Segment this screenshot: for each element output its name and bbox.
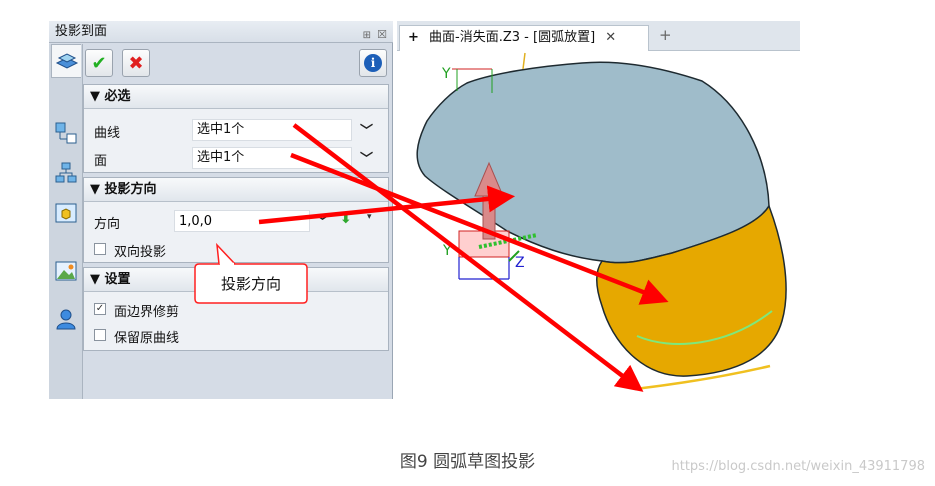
callout-text: 投影方向 [221, 275, 281, 293]
annotation-arrow-face [290, 152, 669, 305]
application-screenshot: 投影到面 ⊞ ☒ ✔ ✖ i ▼ 必选 曲线 选中1个 ﹀ 面 选中1个 ﹀ ▼… [49, 21, 800, 399]
annotation-arrow-curve [292, 123, 644, 392]
watermark: https://blog.csdn.net/weixin_43911798 [671, 459, 925, 474]
annotation-arrow-direction [258, 185, 516, 225]
annotation-layer: 投影方向 [194, 123, 669, 392]
